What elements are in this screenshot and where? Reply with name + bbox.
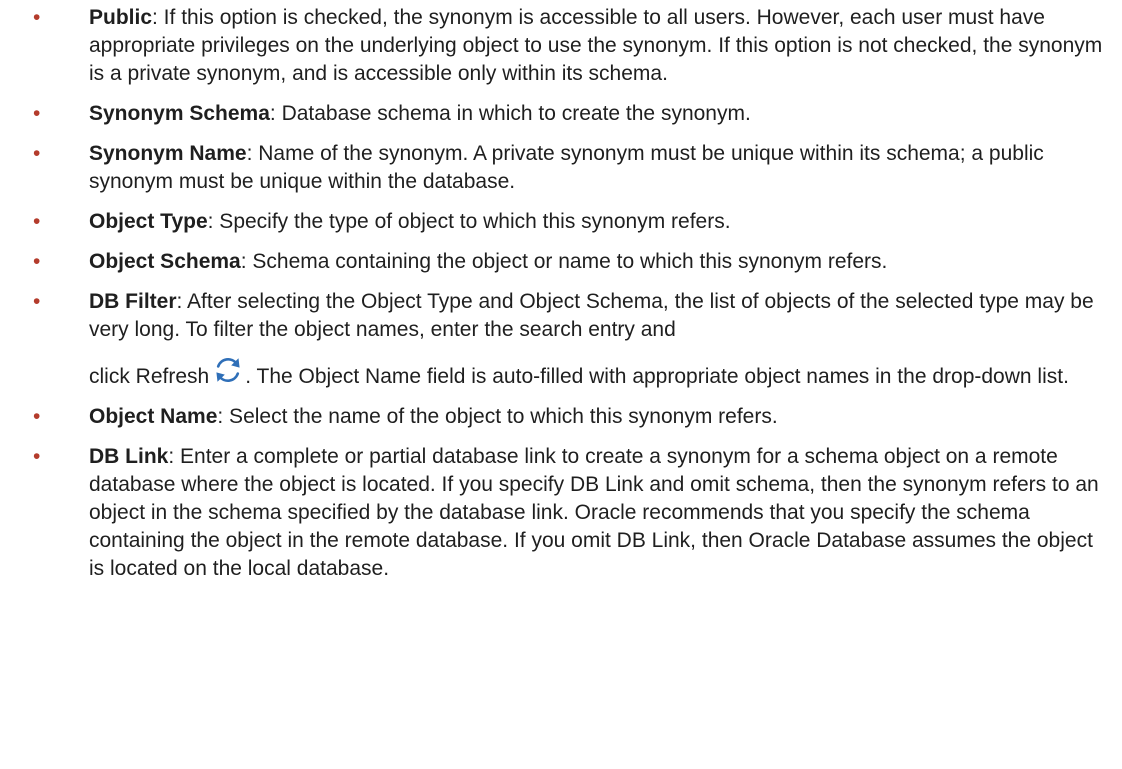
list-item-object-schema: • Object Schema: Schema containing the o…: [0, 248, 1122, 276]
list-item-synonym-schema: • Synonym Schema: Database schema in whi…: [0, 100, 1122, 128]
bullet-icon: •: [33, 210, 41, 233]
description-synonym-schema: : Database schema in which to create the…: [269, 102, 751, 125]
bullet-icon: •: [33, 405, 41, 428]
list-item-object-type: • Object Type: Specify the type of objec…: [0, 208, 1122, 236]
refresh-icon: [211, 354, 245, 386]
term-object-schema: Object Schema: [89, 250, 241, 273]
definition-list: • Public: If this option is checked, the…: [0, 4, 1122, 583]
list-item-db-filter: • DB Filter: After selecting the Object …: [0, 288, 1122, 391]
bullet-icon: •: [33, 445, 41, 468]
term-synonym-name: Synonym Name: [89, 142, 247, 165]
list-item-public: • Public: If this option is checked, the…: [0, 4, 1122, 88]
bullet-icon: •: [33, 142, 41, 165]
list-item-db-link: • DB Link: Enter a complete or partial d…: [0, 443, 1122, 583]
description-db-filter-tail: . The Object Name field is auto-filled w…: [245, 365, 1069, 388]
term-public: Public: [89, 6, 153, 29]
description-db-link: : Enter a complete or partial database l…: [89, 445, 1099, 580]
term-db-filter: DB Filter: [89, 290, 177, 313]
term-object-name: Object Name: [89, 405, 218, 428]
term-synonym-schema: Synonym Schema: [89, 102, 270, 125]
bullet-icon: •: [33, 102, 41, 125]
list-item-synonym-name: • Synonym Name: Name of the synonym. A p…: [0, 140, 1122, 196]
description-object-name: : Select the name of the object to which…: [217, 405, 778, 428]
bullet-icon: •: [33, 6, 41, 29]
description-object-type: : Specify the type of object to which th…: [207, 210, 731, 233]
description-public: : If this option is checked, the synonym…: [89, 6, 1103, 85]
refresh-label: click Refresh: [89, 365, 210, 388]
document-page: • Public: If this option is checked, the…: [0, 4, 1122, 769]
description-object-schema: : Schema containing the object or name t…: [240, 250, 888, 273]
description-db-filter: : After selecting the Object Type and Ob…: [89, 290, 1094, 341]
bullet-icon: •: [33, 250, 41, 273]
term-object-type: Object Type: [89, 210, 208, 233]
term-db-link: DB Link: [89, 445, 169, 468]
description-db-filter-continued: click Refresh . The Object Name field is …: [89, 354, 1106, 391]
bullet-icon: •: [33, 290, 41, 313]
list-item-object-name: • Object Name: Select the name of the ob…: [0, 403, 1122, 431]
